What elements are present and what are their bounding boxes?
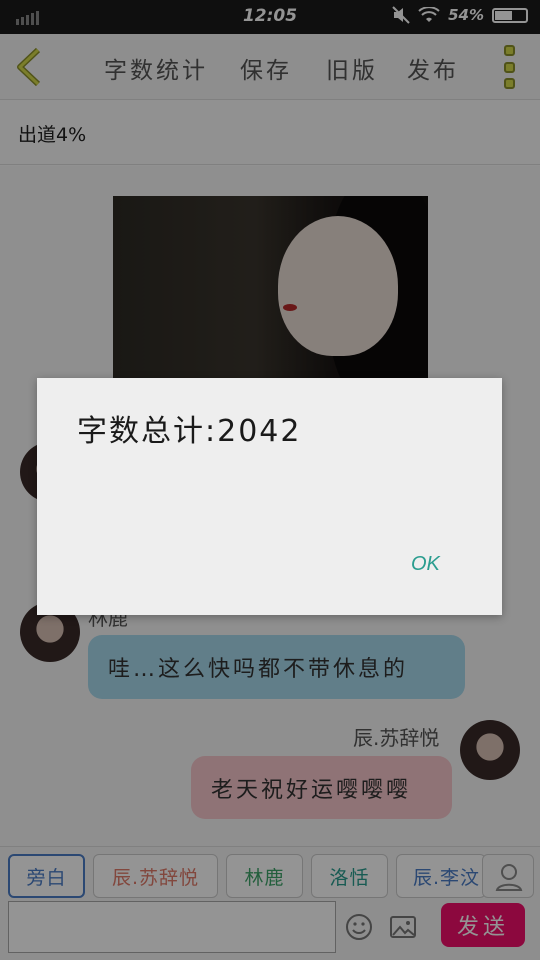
ok-button[interactable]: OK [411,553,440,576]
dialog-message: 字数总计:2042 [77,414,302,449]
word-count-dialog: 字数总计:2042 OK [37,378,502,615]
